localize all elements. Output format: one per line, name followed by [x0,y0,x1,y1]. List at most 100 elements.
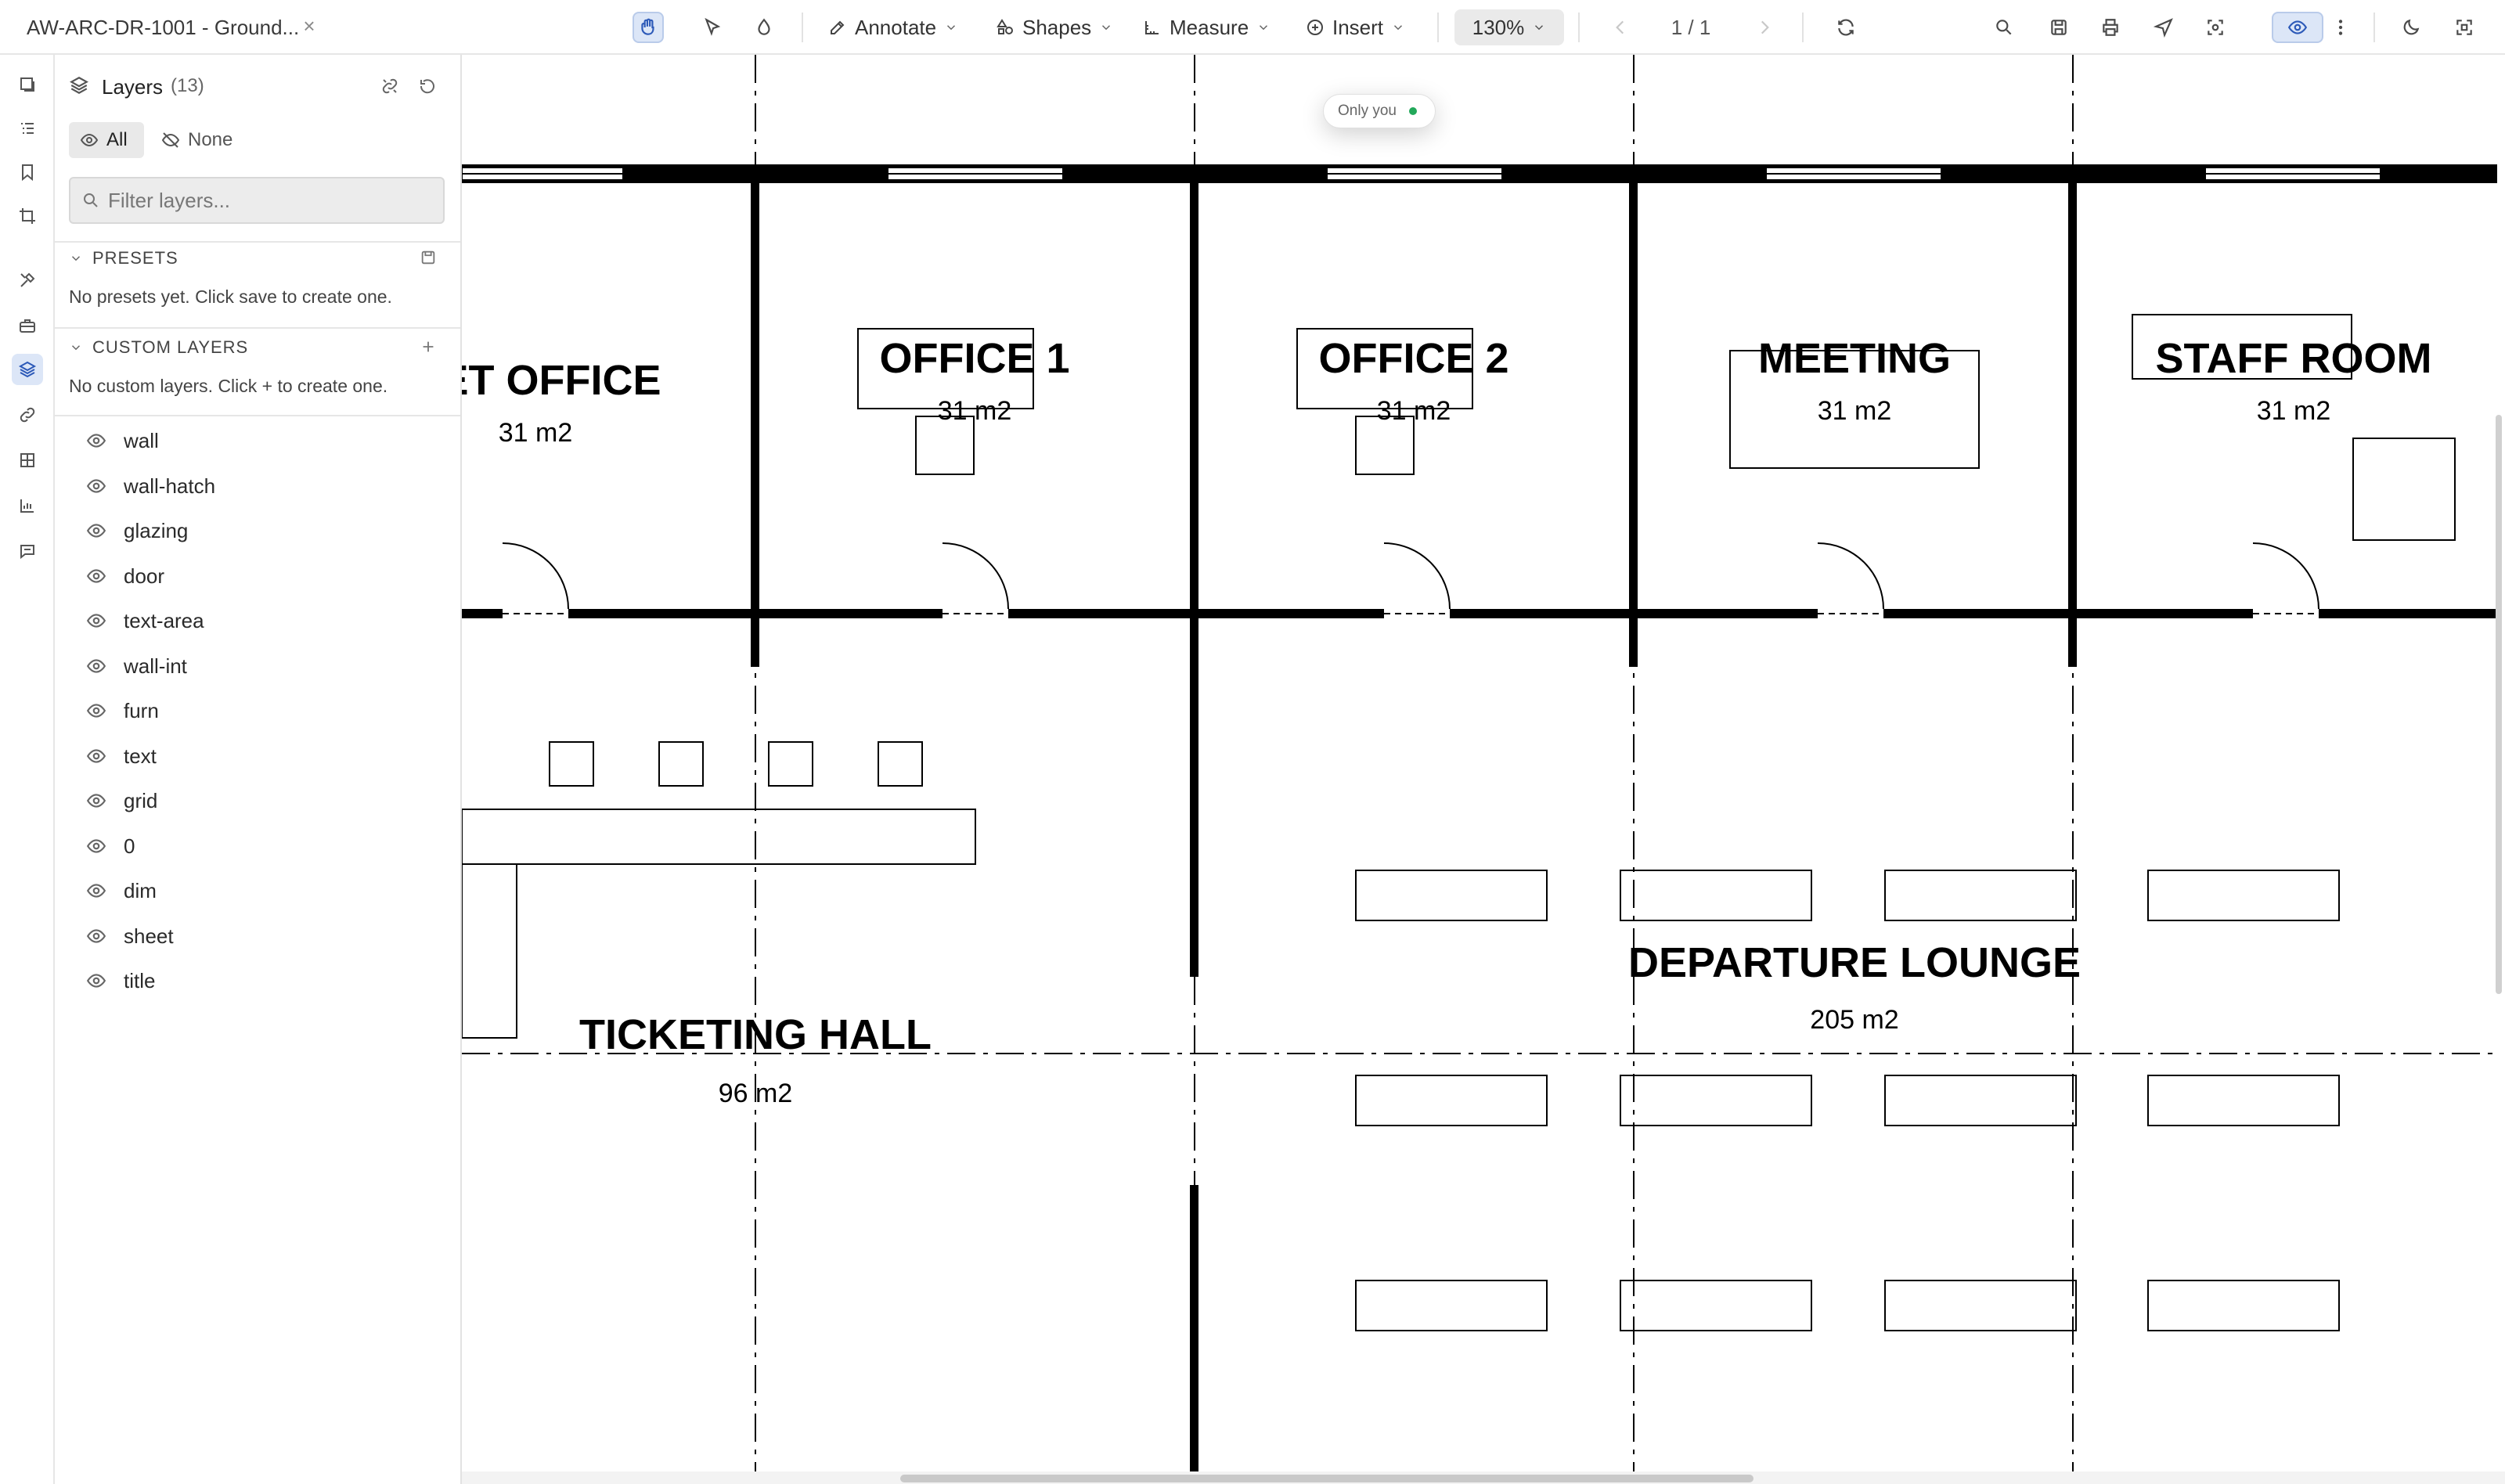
eye-icon[interactable] [86,836,106,856]
eye-icon[interactable] [86,476,106,496]
shapes-icon [997,19,1013,34]
eye-icon[interactable] [86,926,106,946]
ink-drop-icon[interactable] [748,12,780,43]
layer-name: wall-int [124,654,187,678]
zoom-dropdown[interactable]: 130% [1454,9,1564,45]
chevron-down-icon [1535,25,1544,31]
eye-icon[interactable] [86,430,106,451]
filter-layers-input[interactable] [108,188,437,213]
layer-item[interactable]: text-area [86,601,446,640]
layer-item[interactable]: title [86,961,446,1000]
layer-name: door [124,564,165,588]
eye-icon[interactable] [86,746,106,766]
room-area: 31 m2 [938,396,1012,426]
layer-item[interactable]: furn [86,691,446,730]
layer-name: grid [124,788,158,812]
eye-icon[interactable] [2272,12,2323,43]
top-toolbar: AW-ARC-DR-1001 - Ground... × Annotate Sh… [0,0,2505,55]
presets-empty-text: No presets yet. Click save to create one… [69,286,392,307]
custom-layers-section-toggle[interactable]: CUSTOM LAYERS [69,335,248,360]
tools-icon[interactable] [12,265,43,296]
eye-icon[interactable] [86,971,106,991]
layer-item[interactable]: door [86,556,446,596]
reset-icon[interactable] [415,74,440,99]
shapes-menu[interactable]: Shapes [996,12,1113,43]
table-icon[interactable] [12,445,43,476]
crop-icon[interactable] [12,200,43,232]
save-preset-icon[interactable] [416,246,440,269]
online-status-dot [1408,107,1417,115]
layer-name: dim [124,878,157,902]
refresh-icon[interactable] [1830,12,1862,43]
page-indicator: 1 / 1 [1671,16,1711,39]
layer-item[interactable]: wall-int [86,647,446,686]
expand-icon[interactable] [2449,12,2480,43]
unlink-icon[interactable] [377,74,402,99]
toolbar-separator [1802,13,1804,42]
print-icon[interactable] [2095,12,2126,43]
measure-icon[interactable] [12,490,43,521]
eye-icon[interactable] [86,791,106,811]
briefcase-icon[interactable] [12,310,43,341]
layers-panel: Layers (13) All None PRESETS No presets … [55,55,462,1484]
bookmark-icon[interactable] [12,157,43,188]
send-icon[interactable] [2148,12,2179,43]
horizontal-scrollbar[interactable] [900,1475,1754,1482]
layer-name: glazing [124,518,189,542]
vertical-scrollbar[interactable] [2496,415,2502,994]
insert-label: Insert [1332,15,1384,39]
show-none-button[interactable]: None [150,122,257,158]
eye-icon[interactable] [86,701,106,721]
presets-header: PRESETS [92,248,178,268]
furniture [462,314,2456,1331]
zoom-level: 130% [1472,15,1525,39]
select-arrow-icon[interactable] [697,12,728,43]
scan-icon[interactable] [2200,12,2231,43]
save-icon[interactable] [2043,12,2074,43]
comment-icon[interactable] [12,535,43,567]
chevron-right-icon[interactable] [1749,12,1780,43]
more-vertical-icon[interactable] [2325,12,2356,43]
layer-item[interactable]: wall [86,421,446,460]
document-title: AW-ARC-DR-1001 - Ground... [27,16,300,39]
layer-name: sheet [124,924,174,948]
eye-icon[interactable] [86,566,106,586]
measure-menu[interactable]: Measure [1143,12,1271,43]
eye-icon[interactable] [86,656,106,676]
section-divider [55,415,460,416]
layer-item[interactable]: grid [86,781,446,820]
toolbar-separator [1437,13,1439,42]
hand-icon[interactable] [633,12,664,43]
thumbnails-icon[interactable] [12,69,43,100]
room-name: KET OFFICE [462,357,661,404]
chevron-down-icon [1394,25,1403,31]
chevron-down-icon [1260,25,1268,31]
link-icon[interactable] [12,399,43,430]
floor-plan: KET OFFICE 31 m2 OFFICE 1 31 m2 OFFICE 2… [462,55,2497,1484]
eye-icon[interactable] [86,611,106,631]
exterior-wall [462,164,2497,183]
add-custom-layer-icon[interactable] [416,335,440,358]
chevron-left-icon[interactable] [1605,12,1636,43]
presets-section-toggle[interactable]: PRESETS [69,246,178,271]
layer-item[interactable]: glazing [86,511,446,550]
drawing-canvas[interactable]: KET OFFICE 31 m2 OFFICE 1 31 m2 OFFICE 2… [462,55,2505,1484]
layer-item[interactable]: text [86,737,446,776]
eye-icon[interactable] [86,520,106,541]
eye-icon[interactable] [86,881,106,901]
moon-icon[interactable] [2395,12,2427,43]
annotate-label: Annotate [855,15,937,39]
search-icon[interactable] [1988,12,2020,43]
close-document-icon[interactable]: × [297,14,321,38]
plus-circle-icon [1307,20,1323,35]
layer-item[interactable]: sheet [86,917,446,956]
layers-icon[interactable] [12,354,43,385]
layer-item[interactable]: wall-hatch [86,466,446,506]
outline-icon[interactable] [12,113,43,144]
annotate-menu[interactable]: Annotate [828,12,958,43]
show-all-button[interactable]: All [69,122,144,158]
ruler-icon [1145,21,1159,34]
layer-item[interactable]: 0 [86,827,446,866]
layer-item[interactable]: dim [86,871,446,910]
insert-menu[interactable]: Insert [1306,12,1405,43]
